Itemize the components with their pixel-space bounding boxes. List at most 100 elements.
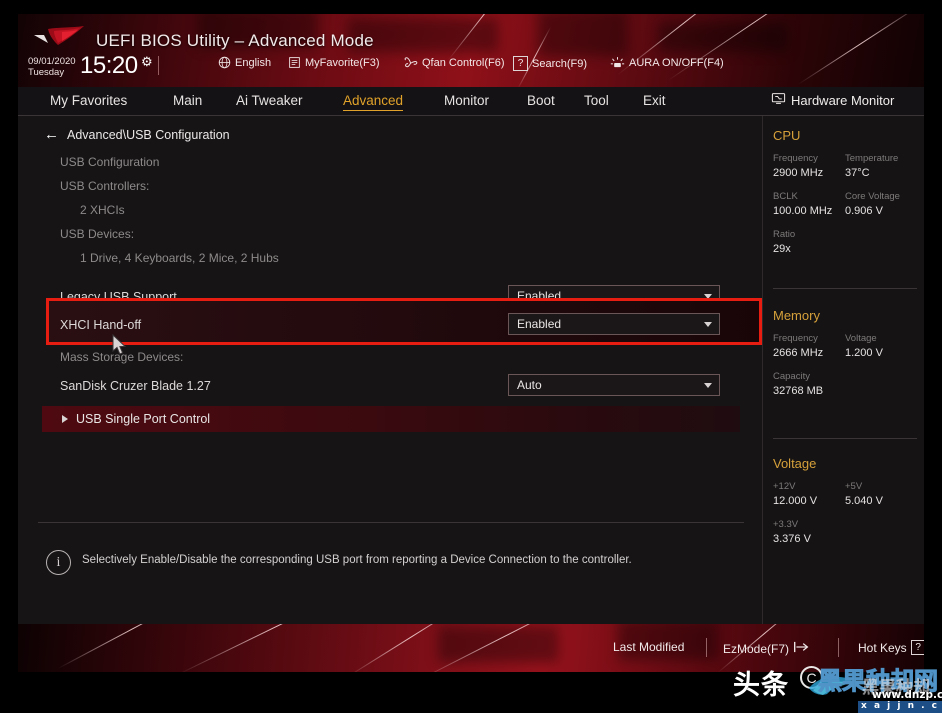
watermark-toutiao: 头条 <box>733 670 789 701</box>
header-item-label: Qfan Control(F6) <box>422 56 505 69</box>
hw-key: Frequency <box>773 153 818 164</box>
tab-main[interactable]: Main <box>173 93 202 108</box>
setting-label: SanDisk Cruzer Blade 1.27 <box>60 379 211 393</box>
hw-section-memory: Memory Frequency 2666 MHz Voltage 1.200 … <box>773 308 918 409</box>
watermark-site-alt-url: x a j j n . c o m <box>858 701 942 713</box>
setting-label: XHCI Hand-off <box>60 318 142 332</box>
footer-ezmode[interactable]: EzMode(F7) <box>723 640 810 657</box>
hw-metric-mem-voltage: Voltage 1.200 V <box>845 333 917 359</box>
header-item-aura[interactable]: AURA ON/OFF(F4) <box>610 56 724 70</box>
info-icon: i <box>46 550 71 575</box>
dropdown-legacy-usb-support[interactable]: Enabled <box>508 285 720 307</box>
hw-key: +3.3V <box>773 519 799 530</box>
tab-advanced[interactable]: Advanced <box>343 93 404 111</box>
dropdown-sandisk-cruzer-blade[interactable]: Auto <box>508 374 720 396</box>
header-bar: UEFI BIOS Utility – Advanced Mode 09/01/… <box>18 14 924 87</box>
hw-value: 29x <box>773 243 791 255</box>
hw-value: 100.00 MHz <box>773 205 833 217</box>
hw-metric-33v: +3.3V 3.376 V <box>773 519 845 545</box>
header-item-myfavorite[interactable]: MyFavorite(F3) <box>288 56 380 69</box>
weekday-value: Tuesday <box>28 67 65 78</box>
clock-display: 15:20 <box>80 52 138 79</box>
description-pane: i Selectively Enable/Disable the corresp… <box>38 522 744 600</box>
setting-row-legacy-usb-support[interactable]: Legacy USB Support Enabled <box>18 282 740 313</box>
header-item-search[interactable]: ? Search(F9) <box>513 56 587 71</box>
header-divider <box>158 56 159 75</box>
hw-value: 12.000 V <box>773 495 818 507</box>
tab-monitor[interactable]: Monitor <box>444 93 489 108</box>
tab-tool[interactable]: Tool <box>584 93 609 108</box>
hw-key: Core Voltage <box>845 191 900 202</box>
rog-logo-icon <box>34 26 84 45</box>
hw-section-heading: Voltage <box>773 456 817 471</box>
info-device-list: 1 Drive, 4 Keyboards, 2 Mice, 2 Hubs <box>80 251 279 265</box>
hw-key: Capacity <box>773 371 810 382</box>
setting-label: Legacy USB Support <box>60 290 177 304</box>
dropdown-value: Enabled <box>517 289 562 303</box>
hw-value: 32768 MB <box>773 385 824 397</box>
hw-key: Temperature <box>845 153 899 164</box>
chevron-right-icon <box>62 415 68 423</box>
breadcrumb-path: Advanced\USB Configuration <box>67 127 230 142</box>
footer-label: Last Modified <box>613 640 685 654</box>
hw-row: Capacity 32768 MB <box>773 371 918 397</box>
hw-row: Frequency 2900 MHz Temperature 37°C <box>773 153 918 179</box>
hw-row: +12V 12.000 V +5V 5.040 V <box>773 481 918 507</box>
hw-value: 5.040 V <box>845 495 883 507</box>
header-item-label: Search(F9) <box>532 57 588 70</box>
hw-value: 3.376 V <box>773 533 811 545</box>
aura-lamp-icon <box>610 56 625 70</box>
info-usb-controllers: USB Controllers: <box>60 179 150 193</box>
setting-row-sandisk-cruzer-blade[interactable]: SanDisk Cruzer Blade 1.27 Auto <box>18 371 740 402</box>
monitor-icon <box>771 92 786 108</box>
hw-metric-core-voltage: Core Voltage 0.906 V <box>845 191 917 217</box>
header-item-label: English <box>235 56 272 69</box>
description-text: Selectively Enable/Disable the correspon… <box>82 554 632 566</box>
back-arrow-icon[interactable]: ← <box>44 127 59 142</box>
dropdown-value: Enabled <box>517 317 562 331</box>
hw-section-voltage: Voltage +12V 12.000 V +5V 5.040 V +3.3V … <box>773 456 918 557</box>
main-content-pane: ← Advanced\USB Configuration USB Configu… <box>18 116 762 624</box>
hw-key: Voltage <box>845 333 877 344</box>
question-box-icon: ? <box>910 640 924 655</box>
breadcrumb[interactable]: ← Advanced\USB Configuration <box>44 127 230 142</box>
globe-icon <box>218 56 231 69</box>
header-item-label: AURA ON/OFF(F4) <box>629 57 724 69</box>
hw-metric-5v: +5V 5.040 V <box>845 481 917 507</box>
hw-value: 0.906 V <box>845 205 883 217</box>
hw-divider <box>773 438 917 439</box>
header-item-language[interactable]: English <box>218 56 271 69</box>
header-item-qfan-control[interactable]: Qfan Control(F6) <box>403 56 505 69</box>
hw-metric-mem-frequency: Frequency 2666 MHz <box>773 333 845 359</box>
hw-key: +5V <box>845 481 863 492</box>
dropdown-xhci-hand-off[interactable]: Enabled <box>508 313 720 335</box>
date-display: 09/01/2020 Tuesday <box>28 56 76 78</box>
tab-boot[interactable]: Boot <box>527 93 555 108</box>
hardware-monitor-title-label: Hardware Monitor <box>791 92 895 108</box>
page-title: UEFI BIOS Utility – Advanced Mode <box>96 31 374 50</box>
dropdown-value: Auto <box>517 378 542 392</box>
tab-exit[interactable]: Exit <box>643 93 666 108</box>
info-usb-devices: USB Devices: <box>60 227 135 241</box>
hardware-monitor-panel: Hardware Monitor CPU Frequency 2900 MHz … <box>763 93 924 624</box>
chevron-down-icon <box>704 294 712 299</box>
question-box-icon: ? <box>513 56 528 71</box>
hw-metric-temperature: Temperature 37°C <box>845 153 917 179</box>
hw-section-heading: Memory <box>773 308 820 323</box>
hw-value: 1.200 V <box>845 347 883 359</box>
info-usb-configuration: USB Configuration <box>60 155 160 169</box>
gear-icon[interactable]: ⚙ <box>141 54 153 70</box>
header-item-label: MyFavorite(F3) <box>305 56 380 69</box>
footer-hot-keys[interactable]: Hot Keys ? <box>858 640 924 655</box>
chevron-down-icon <box>704 322 712 327</box>
submenu-label: USB Single Port Control <box>76 412 211 426</box>
footer-last-modified[interactable]: Last Modified <box>613 640 684 654</box>
tab-ai-tweaker[interactable]: Ai Tweaker <box>236 93 303 108</box>
tab-my-favorites[interactable]: My Favorites <box>50 93 127 108</box>
hw-metric-capacity: Capacity 32768 MB <box>773 371 845 397</box>
setting-row-xhci-hand-off-overlay[interactable]: XHCI Hand-off Enabled <box>18 310 740 341</box>
bookmark-icon <box>288 56 301 69</box>
exit-arrow-icon <box>793 640 810 657</box>
submenu-usb-single-port-control[interactable]: USB Single Port Control <box>42 406 740 432</box>
info-xhci-count: 2 XHCIs <box>80 203 125 217</box>
